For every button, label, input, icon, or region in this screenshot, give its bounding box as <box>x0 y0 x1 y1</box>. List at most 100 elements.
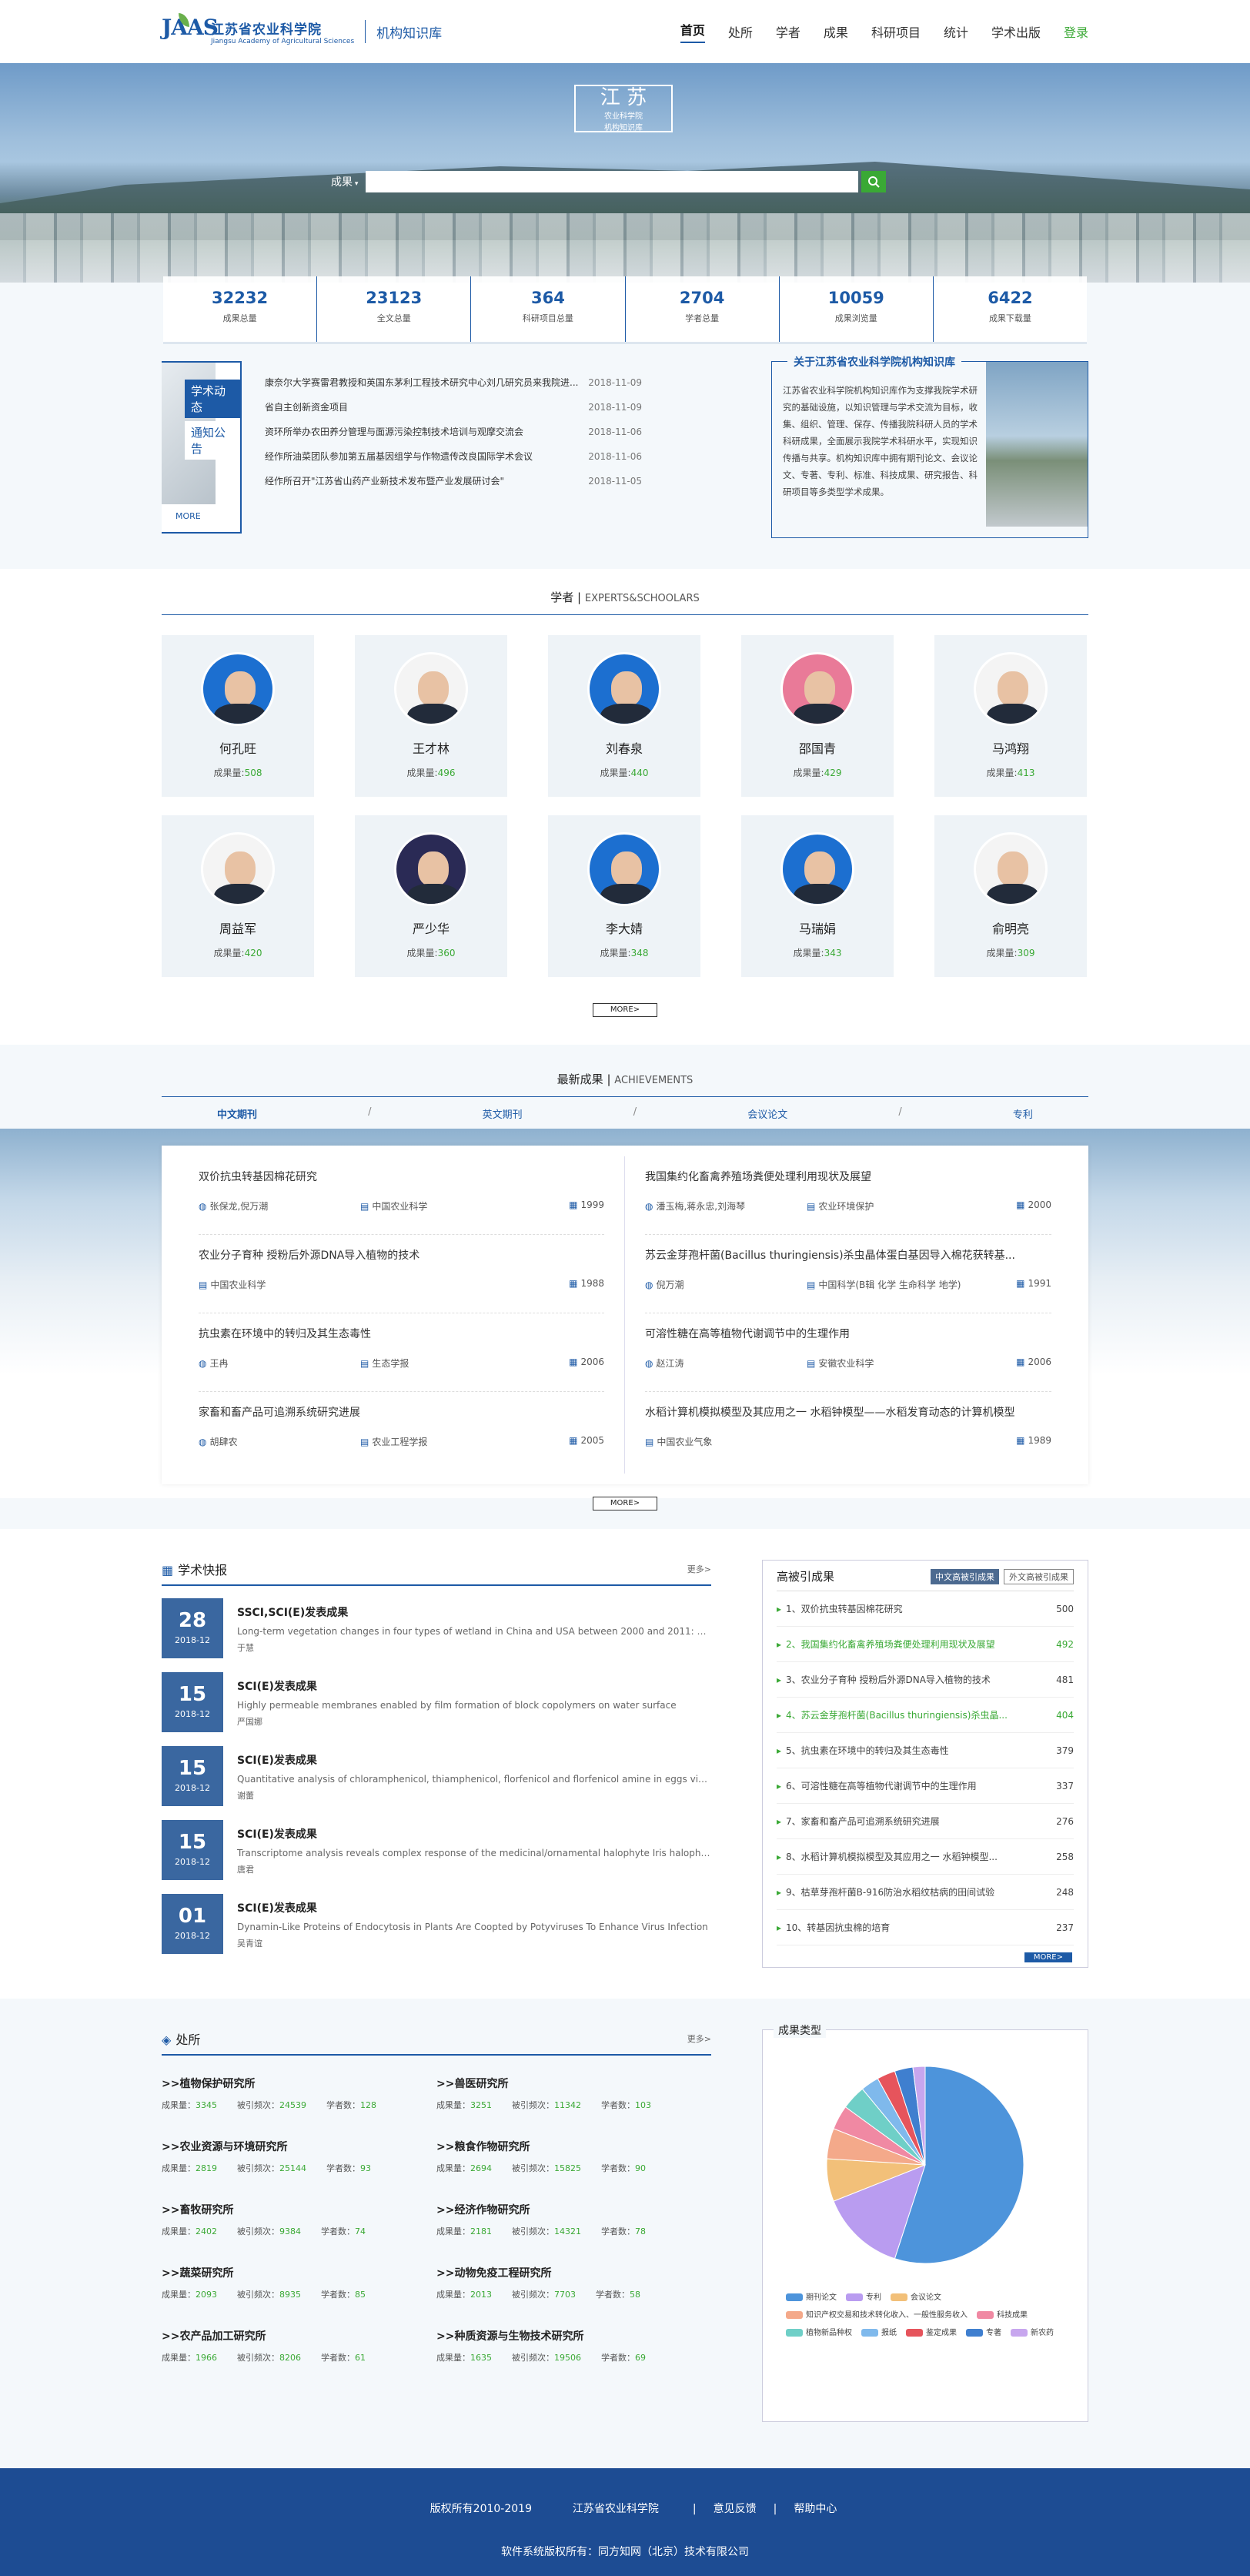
departments-more-link[interactable]: 更多> <box>687 2032 711 2045</box>
experts-more-button[interactable]: MORE> <box>593 1003 657 1017</box>
expert-card[interactable]: 俞明亮 成果量:309 <box>934 815 1087 977</box>
list-item[interactable]: 15 2018-12 SCI(E)发表成果 Highly permeable memb… <box>162 1672 711 1734</box>
nav-publishing[interactable]: 学术出版 <box>991 22 1041 41</box>
list-item[interactable]: 家畜和畜产品可追溯系统研究进展 ◍ 胡肆农 ▤ 农业工程学报 ▦ 2005 <box>199 1392 604 1470</box>
list-item[interactable]: 1、双价抗虫转基因棉花研究500 <box>777 1591 1074 1627</box>
list-item[interactable]: 8、水稻计算机模拟模型及其应用之一 水稻钟模型...258 <box>777 1839 1074 1875</box>
stat-achievements[interactable]: 32232 成果总量 <box>163 276 318 342</box>
department-item[interactable]: >>动物免疫工程研究所 成果量：2013 被引频次：7703 学者数：58 <box>436 2254 711 2317</box>
legend-item[interactable]: 科技成果 <box>977 2308 1028 2320</box>
expert-card[interactable]: 邵国青 成果量:429 <box>741 635 894 797</box>
tab-en-cited[interactable]: 外文高被引成果 <box>1004 1568 1074 1584</box>
legend-item[interactable]: 鉴定成果 <box>906 2326 957 2337</box>
expert-card[interactable]: 王才林 成果量:496 <box>355 635 507 797</box>
department-item[interactable]: >>农产品加工研究所 成果量：1966 被引频次：8206 学者数：61 <box>162 2317 436 2380</box>
search-button[interactable] <box>861 171 887 192</box>
department-item[interactable]: >>兽医研究所 成果量：3251 被引频次：11342 学者数：103 <box>436 2065 711 2128</box>
tab-en-journal[interactable]: 英文期刊 <box>483 1106 523 1121</box>
list-item[interactable]: 10、转基因抗虫棉的培育237 <box>777 1910 1074 1945</box>
department-item[interactable]: >>农业资源与环境研究所 成果量：2819 被引频次：25144 学者数：93 <box>162 2128 436 2191</box>
department-item[interactable]: >>蔬菜研究所 成果量：2093 被引频次：8935 学者数：85 <box>162 2254 436 2317</box>
nav-scholars[interactable]: 学者 <box>776 22 800 41</box>
legend-item[interactable]: 期刊论文 <box>786 2290 837 2302</box>
department-item[interactable]: >>植物保护研究所 成果量：3345 被引频次：24539 学者数：128 <box>162 2065 436 2128</box>
list-item[interactable]: 01 2018-12 SCI(E)发表成果 Dynamin-Like Proteins… <box>162 1894 711 1955</box>
search-type-select[interactable]: 成果 <box>331 174 358 189</box>
tab-conference[interactable]: 会议论文 <box>747 1106 787 1121</box>
nav-projects[interactable]: 科研项目 <box>871 22 921 41</box>
achievements-section: 最新成果 | ACHIEVEMENTS 中文期刊 / 英文期刊 / 会议论文 / 专利… <box>0 1045 1250 1529</box>
news-more-link[interactable]: MORE <box>175 511 201 521</box>
nav-login[interactable]: 登录 <box>1064 22 1088 41</box>
list-item[interactable]: 6、可溶性糖在高等植物代谢调节中的生理作用337 <box>777 1768 1074 1804</box>
list-item[interactable]: 水稻计算机模拟模型及其应用之一 水稻钟模型——水稻发育动态的计算机模型 ▤ 中国农业… <box>645 1392 1051 1470</box>
list-item[interactable]: 可溶性糖在高等植物代谢调节中的生理作用 ◍ 赵江涛 ▤ 安徽农业科学 ▦ 2006 <box>645 1313 1051 1392</box>
list-item[interactable]: 9、枯草芽孢杆菌B-916防治水稻纹枯病的田间试验248 <box>777 1875 1074 1910</box>
expert-card[interactable]: 周益军 成果量:420 <box>162 815 314 977</box>
legend-item[interactable]: 新农药 <box>1011 2326 1054 2337</box>
achievements-more-button[interactable]: MORE> <box>593 1497 657 1510</box>
about-title[interactable]: 关于江苏省农业科学院机构知识库 <box>787 354 961 370</box>
site-logo[interactable]: JAAS 江苏省农业科学院 Jiangsu Academy of Agricul… <box>162 13 442 49</box>
list-item[interactable]: 15 2018-12 SCI(E)发表成果 Transcriptome analysi… <box>162 1820 711 1882</box>
tab-patent[interactable]: 专利 <box>1013 1106 1033 1121</box>
list-item[interactable]: 经作所召开"江苏省山药产业新技术发布暨产业发展研讨会" 2018-11-05 <box>265 469 642 493</box>
campus-photo <box>986 362 1088 527</box>
department-item[interactable]: >>经济作物研究所 成果量：2181 被引频次：14321 学者数：78 <box>436 2191 711 2254</box>
list-item[interactable]: 经作所油菜团队参加第五届基因组学与作物遗传改良国际学术会议 2018-11-06 <box>265 444 642 469</box>
nav-achievements[interactable]: 成果 <box>824 22 848 41</box>
nav-departments[interactable]: 处所 <box>728 22 753 41</box>
stat-fulltext[interactable]: 23123 全文总量 <box>317 276 472 342</box>
feedback-link[interactable]: 意见反馈 <box>714 2503 757 2515</box>
legend-item[interactable]: 植物新品种权 <box>786 2326 852 2337</box>
expert-card[interactable]: 何孔旺 成果量:508 <box>162 635 314 797</box>
department-item[interactable]: >>粮食作物研究所 成果量：2694 被引频次：15825 学者数：90 <box>436 2128 711 2191</box>
department-item[interactable]: >>畜牧研究所 成果量：2402 被引频次：9384 学者数：74 <box>162 2191 436 2254</box>
tab-cn-journal[interactable]: 中文期刊 <box>217 1106 257 1121</box>
list-item[interactable]: 农业分子育种 授粉后外源DNA导入植物的技术 ▤ 中国农业科学 ▦ 1988 <box>199 1235 604 1313</box>
list-item[interactable]: 双价抗虫转基因棉花研究 ◍ 张保龙,倪万潮 ▤ 中国农业科学 ▦ 1999 <box>199 1156 604 1235</box>
list-item[interactable]: 康奈尔大学赛雷君教授和英国东茅利工程技术研究中心刘几研究员来我院进... 2018… <box>265 370 642 395</box>
expert-card[interactable]: 马瑞娟 成果量:343 <box>741 815 894 977</box>
department-item[interactable]: >>种质资源与生物技术研究所 成果量：1635 被引频次：19506 学者数：69 <box>436 2317 711 2380</box>
list-item[interactable]: 资环所举办农田养分管理与面源污染控制技术培训与观摩交流会 2018-11-06 <box>265 420 642 444</box>
legend-item[interactable]: 专利 <box>846 2290 881 2302</box>
legend-item[interactable]: 专著 <box>966 2326 1001 2337</box>
nav-statistics[interactable]: 统计 <box>944 22 968 41</box>
expert-card[interactable]: 刘春泉 成果量:440 <box>548 635 700 797</box>
list-item[interactable]: 3、农业分子育种 授粉后外源DNA导入植物的技术481 <box>777 1662 1074 1698</box>
help-link[interactable]: 帮助中心 <box>794 2503 837 2515</box>
tab-notices[interactable]: 通知公告 <box>185 421 240 460</box>
list-item[interactable]: 5、抗虫素在环境中的转归及其生态毒性379 <box>777 1733 1074 1768</box>
expert-card[interactable]: 马鸿翔 成果量:413 <box>934 635 1087 797</box>
list-item[interactable]: 省自主创新资金项目 2018-11-09 <box>265 395 642 420</box>
search-input[interactable] <box>366 171 859 192</box>
list-item[interactable]: 4、苏云金芽孢杆菌(Bacillus thuringiensis)杀虫晶...4… <box>777 1698 1074 1733</box>
stat-scholars[interactable]: 2704 学者总量 <box>626 276 780 342</box>
nav-home[interactable]: 首页 <box>680 20 705 43</box>
legend-item[interactable]: 报纸 <box>861 2326 897 2337</box>
tab-academic-news[interactable]: 学术动态 <box>185 380 240 418</box>
bulletin-more-link[interactable]: 更多> <box>687 1563 711 1575</box>
stat-views[interactable]: 10059 成果浏览量 <box>780 276 934 342</box>
list-item[interactable]: 我国集约化畜禽养殖场粪便处理利用现状及展望 ◍ 潘玉梅,蒋永忠,刘海琴 ▤ 农业环境保护… <box>645 1156 1051 1235</box>
list-item[interactable]: 7、家畜和畜产品可追溯系统研究进展276 <box>777 1804 1074 1839</box>
expert-card[interactable]: 严少华 成果量:360 <box>355 815 507 977</box>
list-item[interactable]: 28 2018-12 SSCI,SCI(E)发表成果 Long-term vegeta… <box>162 1598 711 1660</box>
expert-card[interactable]: 李大婧 成果量:348 <box>548 815 700 977</box>
legend-item[interactable]: 会议论文 <box>891 2290 941 2302</box>
tab-cn-cited[interactable]: 中文高被引成果 <box>931 1568 999 1584</box>
cube-icon: ◈ <box>162 2032 172 2047</box>
list-item[interactable]: 2、我国集约化畜禽养殖场粪便处理利用现状及展望492 <box>777 1627 1074 1662</box>
stat-projects[interactable]: 364 科研项目总量 <box>471 276 626 342</box>
list-item[interactable]: 15 2018-12 SCI(E)发表成果 Quantitative analysis… <box>162 1746 711 1808</box>
about-box: 关于江苏省农业科学院机构知识库 江苏省农业科学院机构知识库作为支撑我院学术研究的… <box>771 354 1088 538</box>
experts-grid: 何孔旺 成果量:508 王才林 成果量:496 刘春泉 成果量:440 邵国青 成果量:… <box>162 635 1088 977</box>
list-item[interactable]: 抗虫素在环境中的转归及其生态毒性 ◍ 王冉 ▤ 生态学报 ▦ 2006 <box>199 1313 604 1392</box>
list-item[interactable]: 苏云金芽孢杆菌(Bacillus thuringiensis)杀虫晶体蛋白基因导… <box>645 1235 1051 1313</box>
legend-item[interactable]: 知识产权交易和技术转化收入、一般性服务收入 <box>786 2308 968 2320</box>
main-nav: 首页 处所 学者 成果 科研项目 统计 学术出版 登录 <box>680 20 1088 43</box>
stat-downloads[interactable]: 6422 成果下载量 <box>934 276 1087 342</box>
cited-more-button[interactable]: MORE> <box>1024 1952 1072 1962</box>
org-name: 江苏省农业科学院 <box>211 22 322 38</box>
